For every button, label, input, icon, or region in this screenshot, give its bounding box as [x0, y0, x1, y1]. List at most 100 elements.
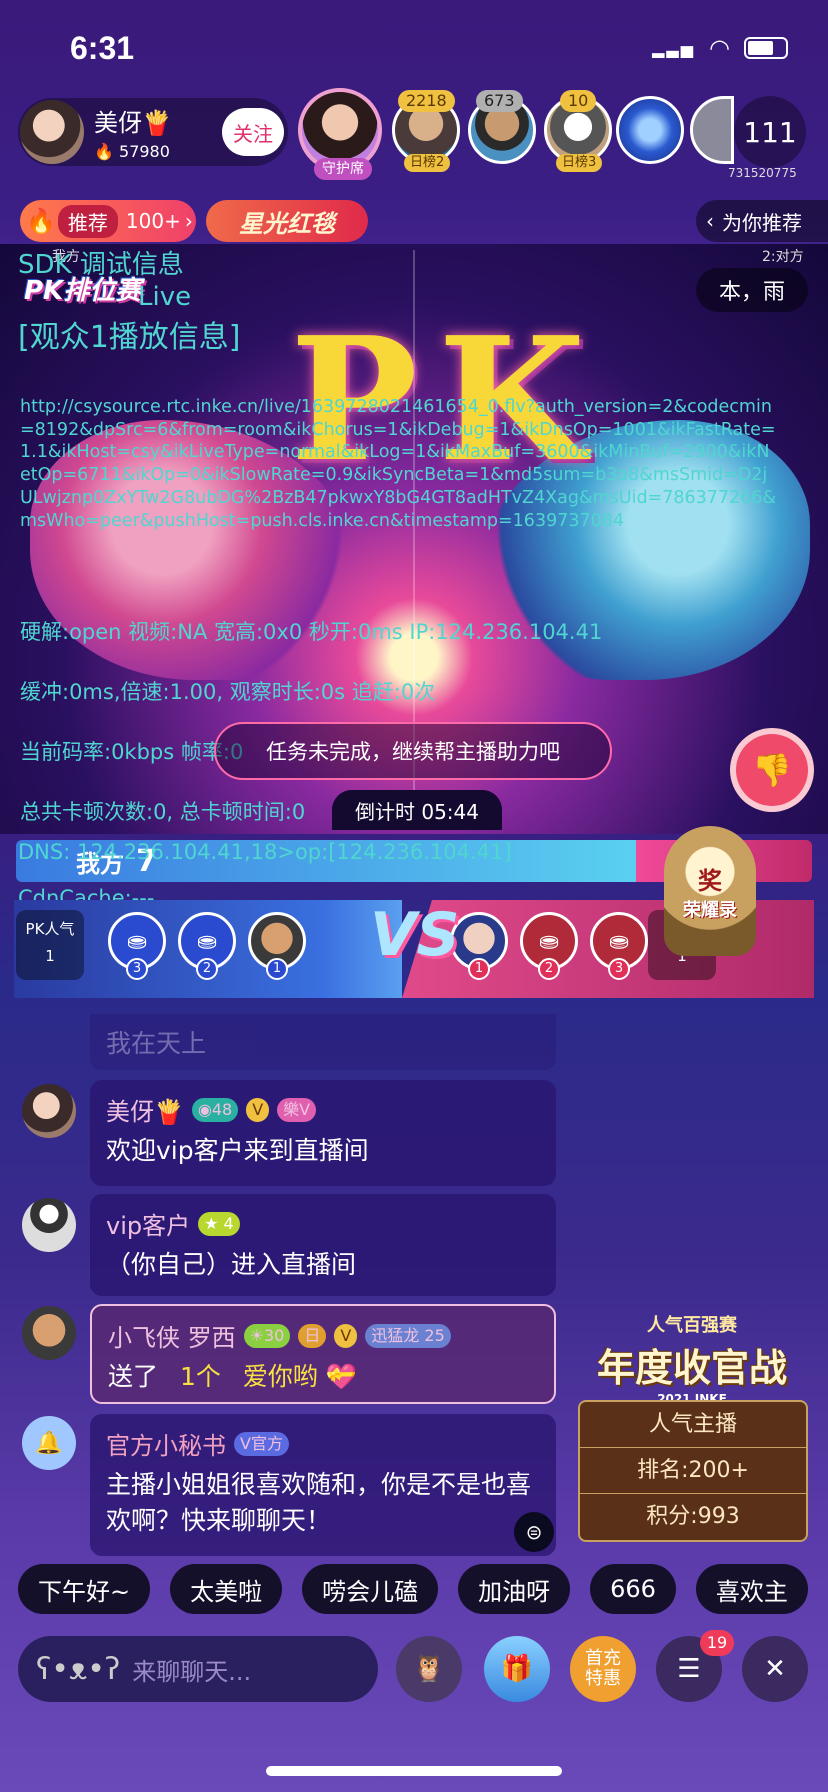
chat-input-placeholder: 来聊聊天... — [132, 1657, 252, 1686]
audience-count[interactable]: 111 — [734, 96, 806, 168]
guardian-label: 守护席 — [314, 158, 372, 180]
quick-reply[interactable]: 喜欢主 — [695, 1564, 808, 1614]
first-charge-button[interactable]: 首充 特惠 — [570, 1636, 636, 1702]
for-you-button[interactable]: ‹ 为你推荐 — [696, 200, 828, 242]
chat-input[interactable]: ʕ•ᴥ•ʔ 来聊聊天... — [18, 1636, 378, 1702]
rank-badge: 日 — [298, 1323, 327, 1348]
chat-gift-message: 小飞侠 罗西 ☀30 日 V 迅猛龙 25 送了 1个 爱你哟 💝 — [90, 1304, 556, 1404]
first-charge-label: 首充 — [585, 1648, 621, 1669]
flame-icon: 🔥 — [94, 142, 114, 161]
wifi-icon: ◠ — [709, 34, 730, 62]
fan-badge: 樂V — [277, 1097, 317, 1122]
debug-hw: 硬解:open 视频:NA 宽高:0x0 秒开:0ms IP:124.236.1… — [20, 620, 603, 644]
for-you-label: 为你推荐 — [722, 210, 802, 235]
chat-avatar-host[interactable] — [22, 1084, 76, 1138]
close-icon: ✕ — [764, 1654, 786, 1684]
event-row-role: 人气主播 — [580, 1402, 806, 1448]
host-avatar[interactable] — [20, 100, 84, 164]
gift-count: 1个 — [179, 1362, 221, 1391]
left-pop-label: PK人气 — [25, 920, 75, 938]
level-value: 48 — [211, 1099, 233, 1119]
sofa-icon: ⛂ — [538, 927, 560, 955]
debug-title: SDK 调试信息 — [18, 250, 184, 280]
gift-icon: 🎁 — [500, 1654, 534, 1684]
left-seat-3-num: 3 — [126, 958, 148, 980]
gift-icon: 💝 — [325, 1362, 357, 1391]
home-indicator — [266, 1766, 562, 1776]
viewer-avatar-5[interactable] — [690, 96, 734, 164]
debug-url: http://csysource.rtc.inke.cn/live/163972… — [20, 397, 777, 531]
recommend-label: 推荐 — [57, 204, 118, 238]
room-id: 731520775 — [728, 166, 797, 180]
recommend-count: 100+ — [125, 209, 181, 233]
quick-reply[interactable]: 加油呀 — [458, 1564, 571, 1614]
task-banner[interactable]: 任务未完成，继续帮主播助力吧 — [214, 722, 612, 780]
chat-message: 美伢🍟 ◉48 V 樂V 欢迎vip客户来到直播间 — [90, 1080, 556, 1186]
host-heat-value: 57980 — [119, 142, 170, 161]
opponent-name-pill[interactable]: 本，雨 — [696, 268, 808, 312]
owl-game-button[interactable]: 🦉 — [396, 1636, 462, 1702]
chat-name[interactable]: 美伢🍟 — [106, 1092, 184, 1127]
status-time: 6:31 — [70, 30, 135, 66]
left-pop-card[interactable]: PK人气 1 — [16, 910, 84, 980]
sofa-icon: ⛂ — [196, 927, 218, 955]
official-badge: V官方 — [234, 1431, 289, 1456]
quick-reply[interactable]: 下午好~ — [18, 1564, 151, 1614]
chat-text: 我在天上 — [106, 1029, 207, 1058]
quick-reply[interactable]: 唠会儿磕 — [302, 1564, 439, 1614]
viewer-rank-1: 日榜2 — [404, 154, 451, 172]
message-icon: ⊜ — [525, 1520, 543, 1544]
menu-badge: 19 — [700, 1630, 734, 1656]
event-title[interactable]: 人气百强赛 年度收官战 2021 INKE — [596, 1315, 788, 1406]
award-badge[interactable]: 奖 荣耀录 — [664, 826, 756, 956]
signal-icon: ▂▃▅ — [652, 38, 696, 58]
battery-icon — [744, 37, 788, 59]
chevron-right-icon: › — [184, 209, 193, 233]
quick-reply[interactable]: 666 — [590, 1564, 676, 1614]
chat-name[interactable]: 小飞侠 罗西 — [108, 1318, 236, 1353]
chat-scroll-button[interactable]: ⊜ — [514, 1512, 554, 1552]
chat-system-message: 官方小秘书 V官方 主播小姐姐很喜欢随和，你是不是也喜欢啊？快来聊聊天！ — [90, 1414, 556, 1556]
event-banner[interactable]: 星光红毯 — [206, 200, 368, 242]
chat-avatar-gifter[interactable] — [22, 1306, 76, 1360]
guild-name: 迅猛龙 — [371, 1325, 420, 1345]
debug-buffer: 缓冲:0ms,倍速:1.00, 观察时长:0s 追赶:0次 — [20, 680, 436, 704]
award-char: 奖 — [698, 866, 722, 895]
chevron-left-icon: ‹ — [706, 209, 714, 233]
chat-name[interactable]: vip客户 — [106, 1206, 190, 1241]
vip-badge: V — [246, 1097, 270, 1122]
recommend-pill[interactable]: 🔥 推荐 100+ › — [20, 200, 196, 242]
debug-stall: 总共卡顿次数:0, 总卡顿时间:0 — [20, 800, 306, 824]
event-stats-box[interactable]: 人气主播 排名:200+ 积分:993 — [578, 1400, 808, 1542]
thumbs-down-button[interactable]: 👎 — [730, 728, 814, 812]
quick-reply[interactable]: 太美啦 — [170, 1564, 283, 1614]
bear-icon: ʕ•ᴥ•ʔ — [36, 1651, 121, 1687]
viewer-avatar-4[interactable] — [616, 96, 684, 164]
chat-name[interactable]: 官方小秘书 — [106, 1426, 226, 1461]
chat-message: vip客户 ★ 4 （你自己）进入直播间 — [90, 1194, 556, 1296]
debug-bitrate: 当前码率:0kbps 帧率:0 — [20, 740, 244, 764]
first-charge-label-2: 特惠 — [585, 1668, 621, 1689]
chat-name-row: 小飞侠 罗西 ☀30 日 V 迅猛龙 25 — [108, 1318, 538, 1353]
follow-button[interactable]: 关注 — [222, 108, 284, 156]
chat-avatar-vip[interactable] — [22, 1198, 76, 1252]
right-seat-1-num: 1 — [468, 958, 490, 980]
award-sub: 荣耀录 — [683, 899, 737, 921]
host-heat: 🔥 57980 — [94, 142, 172, 161]
guild-level: 25 — [424, 1325, 445, 1345]
official-tag: 官方 — [250, 1433, 283, 1453]
thumbs-down-icon: 👎 — [752, 751, 792, 789]
sofa-icon: ⛂ — [608, 927, 630, 955]
host-name: 美伢🍟 — [94, 109, 172, 137]
gift-sent: 送了 — [108, 1362, 159, 1391]
chat-name-row: 美伢🍟 ◉48 V 樂V — [106, 1092, 540, 1127]
chat-text: （你自己）进入直播间 — [106, 1250, 357, 1279]
right-seat-2-num: 2 — [538, 958, 560, 980]
status-icons: ▂▃▅ ◠ — [652, 34, 788, 62]
close-button[interactable]: ✕ — [742, 1636, 808, 1702]
gift-line: 送了 1个 爱你哟 💝 — [108, 1359, 538, 1395]
chat-avatar-official[interactable]: 🔔 — [22, 1416, 76, 1470]
gift-button[interactable]: 🎁 — [484, 1636, 550, 1702]
level-badge: ★ 4 — [198, 1211, 240, 1236]
owl-icon: 🦉 — [412, 1654, 446, 1684]
